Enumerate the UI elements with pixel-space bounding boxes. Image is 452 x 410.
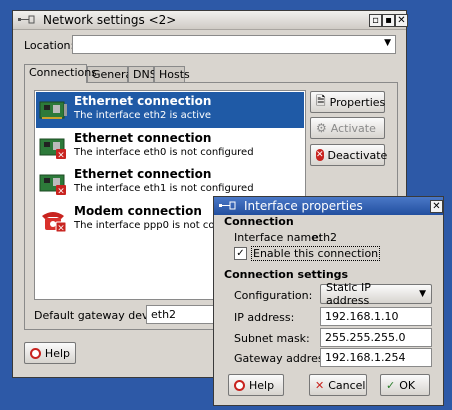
maximize-icon[interactable]: ▪ bbox=[382, 14, 395, 27]
chevron-down-icon: ▼ bbox=[384, 38, 391, 48]
svg-text:×: × bbox=[57, 224, 65, 234]
ok-button[interactable]: ✓ OK bbox=[380, 374, 430, 396]
connection-name: Ethernet connection bbox=[74, 167, 212, 181]
svg-text:×: × bbox=[57, 151, 65, 161]
close-icon[interactable]: ✕ bbox=[430, 200, 443, 213]
enable-connection-checkbox[interactable]: ✓ Enable this connection bbox=[234, 246, 381, 261]
gateway-address-input[interactable]: 192.168.1.254 bbox=[320, 348, 432, 367]
properties-button[interactable]: 🗎 Properties bbox=[310, 91, 385, 113]
lifebuoy-icon bbox=[234, 379, 245, 391]
lifebuoy-icon bbox=[30, 347, 41, 359]
main-window-title: Network settings <2> bbox=[43, 13, 177, 27]
minimize-icon[interactable]: ▫ bbox=[369, 14, 382, 27]
ethernet-card-icon: × bbox=[39, 174, 66, 197]
gateway-address-label: Gateway address: bbox=[234, 352, 334, 365]
checkbox-checked-icon: ✓ bbox=[234, 247, 247, 260]
svg-text:×: × bbox=[57, 187, 65, 197]
dialog-titlebar[interactable]: Interface properties ✕ bbox=[214, 197, 443, 215]
properties-icon: 🗎 bbox=[316, 93, 326, 108]
dialog-title: Interface properties bbox=[244, 199, 363, 213]
tab-dns[interactable]: DNS bbox=[128, 66, 157, 82]
gateway-device-field[interactable]: eth2 bbox=[146, 305, 216, 324]
subnet-mask-input[interactable]: 255.255.255.0 bbox=[320, 328, 432, 347]
interface-name-value: eth2 bbox=[312, 231, 338, 244]
chevron-down-icon: ▼ bbox=[419, 289, 426, 299]
tab-hosts[interactable]: Hosts bbox=[154, 66, 190, 82]
cancel-button[interactable]: ✕ Cancel bbox=[309, 374, 367, 396]
connection-name: Modem connection bbox=[74, 204, 202, 218]
configuration-label: Configuration: bbox=[234, 289, 313, 302]
subnet-mask-label: Subnet mask: bbox=[234, 332, 310, 345]
ethernet-card-icon: × bbox=[39, 138, 66, 161]
network-app-icon bbox=[219, 201, 236, 210]
modem-phone-icon: × bbox=[42, 212, 67, 234]
ip-address-input[interactable]: 192.168.1.10 bbox=[320, 307, 432, 326]
main-titlebar[interactable]: Network settings <2> ▫ ▪ ✕ bbox=[13, 11, 408, 30]
ok-check-icon: ✓ bbox=[386, 378, 396, 392]
dialog-help-button[interactable]: Help bbox=[228, 374, 284, 396]
activate-button[interactable]: ⚙ Activate bbox=[310, 117, 385, 139]
configuration-select[interactable]: Static IP address ▼ bbox=[320, 281, 432, 307]
cancel-x-icon: ✕ bbox=[315, 378, 325, 392]
tab-connections[interactable]: Connections bbox=[24, 64, 97, 83]
connection-desc: The interface eth0 is not configured bbox=[74, 147, 254, 158]
connection-desc: The interface eth2 is active bbox=[74, 110, 212, 121]
stop-icon: ✕ bbox=[316, 149, 324, 161]
network-app-icon bbox=[18, 15, 35, 24]
location-label: Location: bbox=[24, 39, 75, 52]
connection-name: Ethernet connection bbox=[74, 131, 212, 145]
help-button[interactable]: Help bbox=[24, 342, 76, 364]
close-icon[interactable]: ✕ bbox=[395, 14, 408, 27]
ip-address-label: IP address: bbox=[234, 311, 295, 324]
connection-name: Ethernet connection bbox=[74, 94, 212, 108]
connection-section-header: Connection bbox=[224, 215, 294, 228]
location-select[interactable]: ▼ bbox=[72, 35, 396, 54]
deactivate-button[interactable]: ✕ Deactivate bbox=[310, 144, 387, 166]
settings-section-header: Connection settings bbox=[224, 268, 349, 281]
ethernet-card-icon bbox=[39, 101, 67, 119]
connection-row-eth2[interactable]: Ethernet connection The interface eth2 i… bbox=[36, 92, 304, 128]
gears-icon: ⚙ bbox=[316, 121, 327, 135]
connection-desc: The interface eth1 is not configured bbox=[74, 183, 254, 194]
connection-row-eth0[interactable]: × Ethernet connection The interface eth0… bbox=[36, 129, 304, 165]
interface-name-label: Interface name: bbox=[234, 231, 322, 244]
